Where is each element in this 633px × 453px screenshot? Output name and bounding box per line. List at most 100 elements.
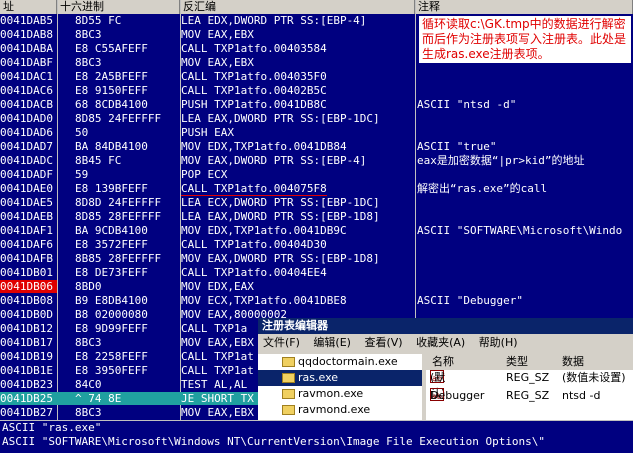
disassembly: CALL TXP1at [181, 350, 254, 363]
tree-item[interactable]: qqdoctormain.exe [258, 354, 422, 370]
disasm-row[interactable]: 0041DAD0 8D85 24FEFFFF LEA EAX,DWORD PTR S… [0, 112, 633, 125]
disasm-row[interactable]: 0041DAC1 E8 2A5BFEFF CALL TXP1atfo.004035F… [0, 70, 633, 83]
regedit-title: 注册表编辑器 [258, 318, 633, 334]
registry-values[interactable]: 名称 类型 数据 ab (默认) REG_SZ (数值未设置) ab Debugge… [426, 354, 633, 422]
menu-help[interactable]: 帮助(H) [479, 334, 518, 352]
hex-bytes: E8 9150FEFF [75, 84, 148, 97]
comment: ASCII "ntsd -d" [417, 98, 517, 111]
disassembly: CALL TXP1atfo.00402B5C [181, 84, 327, 97]
header-address[interactable]: 址 [0, 0, 57, 14]
hex-bytes: 59 [75, 168, 89, 181]
hex-bytes: B9 E8DB4100 [75, 294, 148, 307]
menu-favorites[interactable]: 收藏夹(A) [416, 334, 465, 352]
address: 0041DB17 [0, 336, 53, 349]
hex-bytes: 68 8CDB4100 [75, 98, 148, 111]
comment: ASCII "true" [417, 140, 497, 153]
annotation-note: 循环读取c:\GK.tmp中的数据进行解密而后作为注册表项写入注册表。此处是生成… [419, 16, 631, 63]
hex-bytes: E8 DE73FEFF [75, 266, 148, 279]
hex-bytes: E8 3950FEFF [75, 364, 148, 377]
hex-bytes: 8B85 28FEFFFF [75, 252, 162, 265]
tree-item-selected[interactable]: ras.exe [258, 370, 422, 386]
comment: eax是加密数据“|pr>kid”的地址 [417, 154, 585, 167]
hex-bytes: E8 2258FEFF [75, 350, 148, 363]
disassembly: MOV EDX,TXP1atfo.0041DB84 [181, 140, 347, 153]
hex-bytes: E8 9D99FEFF [75, 322, 148, 335]
address: 0041DAB5 [0, 14, 53, 27]
value-row[interactable]: ab Debugger REG_SZ ntsd -d [426, 388, 633, 406]
hex-bytes: E8 C55AFEFF [75, 42, 148, 55]
hex-bytes: BA 9CDB4100 [75, 224, 148, 237]
disasm-row[interactable]: 0041DAC6 E8 9150FEFF CALL TXP1atfo.00402B5… [0, 84, 633, 97]
address: 0041DAC1 [0, 70, 53, 83]
disasm-row[interactable]: 0041DB06 8BD0 MOV EDX,EAX [0, 280, 633, 293]
col-name[interactable]: 名称 [432, 354, 454, 370]
hex-bytes: 8D8D 24FEFFFF [75, 196, 162, 209]
disassembly: MOV EAX,DWORD PTR SS:[EBP-4] [181, 154, 367, 167]
comment: ASCII "Debugger" [417, 294, 523, 307]
disasm-row[interactable]: 0041DAF6 E8 3572FEFF CALL TXP1atfo.00404D3… [0, 238, 633, 251]
hex-bytes: 8B45 FC [75, 154, 122, 167]
disasm-row[interactable]: 0041DAF1 BA 9CDB4100 MOV EDX,TXP1atfo.0041… [0, 224, 633, 237]
hex-bytes: 8D85 28FEFFFF [75, 210, 162, 223]
tree-item[interactable]: ravmon.exe [258, 386, 422, 402]
address: 0041DB01 [0, 266, 53, 279]
disasm-row[interactable]: 0041DAEB 8D85 28FEFFFF LEA EAX,DWORD PTR S… [0, 210, 633, 223]
registry-editor-window[interactable]: 注册表编辑器 文件(F) 编辑(E) 查看(V) 收藏夹(A) 帮助(H) qq… [258, 318, 633, 422]
disassembly: PUSH TXP1atfo.0041DB8C [181, 98, 327, 111]
col-type[interactable]: 类型 [506, 354, 528, 370]
comment: ASCII "SOFTWARE\Microsoft\Windo [417, 224, 623, 237]
address: 0041DB19 [0, 350, 53, 363]
comment: 解密出“ras.exe”的call [417, 182, 548, 195]
info-line: ASCII "SOFTWARE\Microsoft\Windows NT\Cur… [2, 435, 546, 448]
disasm-row[interactable]: 0041DB01 E8 DE73FEFF CALL TXP1atfo.00404EE… [0, 266, 633, 279]
disassembly: CALL TXP1at [181, 364, 254, 377]
address: 0041DACB [0, 98, 53, 111]
registry-tree[interactable]: qqdoctormain.exe ras.exe ravmon.exe ravm… [258, 354, 422, 422]
disassembly: MOV EAX,DWORD PTR SS:[EBP-1D8] [181, 252, 380, 265]
disasm-row[interactable]: 0041DADF 59 POP ECX [0, 168, 633, 181]
disasm-row[interactable]: 0041DAD6 50 PUSH EAX [0, 126, 633, 139]
address: 0041DB0D [0, 308, 53, 321]
hex-bytes: ^ 74 8E [75, 392, 122, 405]
hex-bytes: E8 3572FEFF [75, 238, 148, 251]
disasm-row[interactable]: 0041DAD7 BA 84DB4100 MOV EDX,TXP1atfo.0041… [0, 140, 633, 153]
address: 0041DB08 [0, 294, 53, 307]
tree-item[interactable]: ravmond.exe [258, 402, 422, 418]
header-hex[interactable]: 十六进制 [57, 0, 180, 14]
disassembly: CALL TXP1a [181, 322, 248, 335]
disassembly: LEA EDX,DWORD PTR SS:[EBP-4] [181, 14, 367, 27]
header-comment[interactable]: 注释 [415, 0, 633, 14]
header-disasm[interactable]: 反汇编 [180, 0, 415, 14]
hex-bytes: 84C0 [75, 378, 102, 391]
address: 0041DAC6 [0, 84, 53, 97]
disassembly: CALL TXP1atfo.00404D30 [181, 238, 327, 251]
disasm-row[interactable]: 0041DAE0 E8 139BFEFF CALL TXP1atfo.004075F… [0, 182, 633, 196]
address: 0041DAD6 [0, 126, 53, 139]
disasm-row[interactable]: 0041DB08 B9 E8DB4100 MOV ECX,TXP1atfo.0041… [0, 294, 633, 307]
disassembly: CALL TXP1atfo.00404EE4 [181, 266, 327, 279]
address: 0041DAD0 [0, 112, 53, 125]
disassembly: JE SHORT TX [181, 392, 254, 405]
disasm-row[interactable]: 0041DAE5 8D8D 24FEFFFF LEA ECX,DWORD PTR S… [0, 196, 633, 209]
address: 0041DADF [0, 168, 53, 181]
disassembly: CALL TXP1atfo.004075F8 [181, 182, 327, 196]
value-row[interactable]: ab (默认) REG_SZ (数值未设置) [426, 370, 633, 400]
disasm-row[interactable]: 0041DADC 8B45 FC MOV EAX,DWORD PTR SS:[EBP… [0, 154, 633, 167]
disassembly: POP ECX [181, 168, 228, 181]
disasm-row[interactable]: 0041DACB 68 8CDB4100 PUSH TXP1atfo.0041DB8… [0, 98, 633, 111]
hex-bytes: 8D85 24FEFFFF [75, 112, 162, 125]
hex-bytes: 8BC3 [75, 56, 102, 69]
address: 0041DAF1 [0, 224, 53, 237]
menu-view[interactable]: 查看(V) [364, 334, 402, 352]
menu-edit[interactable]: 编辑(E) [313, 334, 351, 352]
col-data[interactable]: 数据 [562, 354, 584, 370]
disassembly: LEA EAX,DWORD PTR SS:[EBP-1DC] [181, 112, 380, 125]
menu-file[interactable]: 文件(F) [263, 334, 300, 352]
disassembly: MOV EDX,TXP1atfo.0041DB9C [181, 224, 347, 237]
disasm-row[interactable]: 0041DAFB 8B85 28FEFFFF MOV EAX,DWORD PTR S… [0, 252, 633, 265]
hex-bytes: 8D55 FC [75, 14, 122, 27]
address: 0041DAE5 [0, 196, 53, 209]
hex-bytes: 8BD0 [75, 280, 102, 293]
address: 0041DB23 [0, 378, 53, 391]
address: 0041DAF6 [0, 238, 53, 251]
